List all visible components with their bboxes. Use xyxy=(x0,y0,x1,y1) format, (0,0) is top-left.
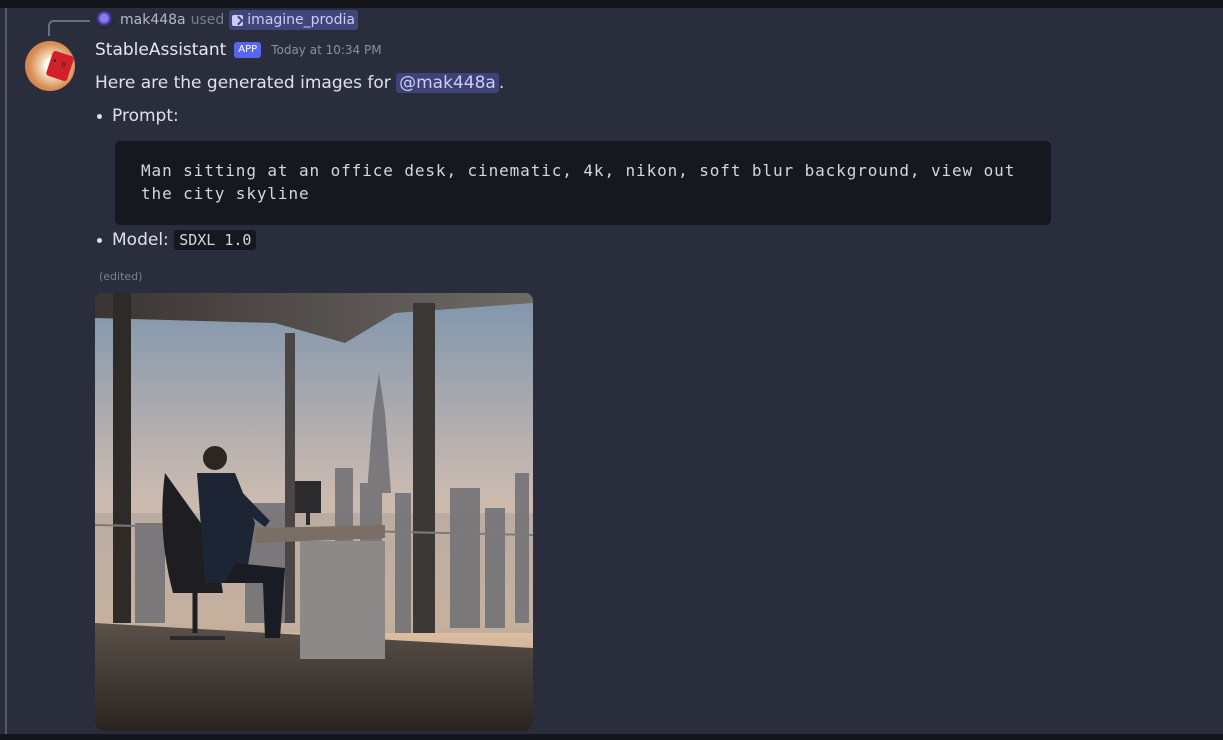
man-head xyxy=(203,446,227,470)
window-frame-mid xyxy=(285,333,295,623)
edited-indicator: (edited) xyxy=(99,270,143,283)
window-frame-right xyxy=(413,303,435,633)
slash-command-pill[interactable]: imagine_prodia xyxy=(229,10,358,30)
app-badge: APP xyxy=(234,42,262,58)
generated-image[interactable] xyxy=(95,293,533,731)
user-mention[interactable]: @mak448a xyxy=(396,73,499,93)
prompt-bullet: Prompt: xyxy=(97,106,179,126)
message-intro: Here are the generated images for @mak44… xyxy=(95,73,504,93)
slash-command-icon xyxy=(232,14,244,26)
bullet-dot xyxy=(97,113,102,119)
reply-reference[interactable]: mak448a used imagine_prodia xyxy=(96,9,358,31)
desk-cabinet xyxy=(300,541,385,659)
author-name[interactable]: StableAssistant xyxy=(95,40,226,60)
message-timestamp[interactable]: Today at 10:34 PM xyxy=(271,43,381,57)
reply-used-text: used xyxy=(190,12,225,28)
model-value: SDXL 1.0 xyxy=(174,230,257,250)
bullet-dot xyxy=(97,237,102,243)
prompt-code-block: Man sitting at an office desk, cinematic… xyxy=(115,141,1051,225)
left-border xyxy=(5,8,7,734)
message-header: StableAssistant APP Today at 10:34 PM xyxy=(95,38,382,62)
model-bullet: Model: SDXL 1.0 xyxy=(97,230,257,250)
bot-avatar[interactable]: • o xyxy=(25,41,75,91)
prompt-label: Prompt: xyxy=(112,106,179,126)
reply-user-avatar[interactable] xyxy=(96,11,114,29)
intro-text: Here are the generated images for xyxy=(95,73,397,93)
generated-image-illustration xyxy=(95,293,533,731)
intro-period: . xyxy=(498,73,505,93)
message-container: mak448a used imagine_prodia • o StableAs… xyxy=(0,8,1223,734)
slash-command-name: imagine_prodia xyxy=(247,12,355,28)
reply-username[interactable]: mak448a xyxy=(120,12,186,28)
model-label: Model: xyxy=(112,230,175,250)
window-frame-left xyxy=(113,293,131,623)
monitor xyxy=(295,481,321,513)
reply-connector xyxy=(48,20,90,36)
